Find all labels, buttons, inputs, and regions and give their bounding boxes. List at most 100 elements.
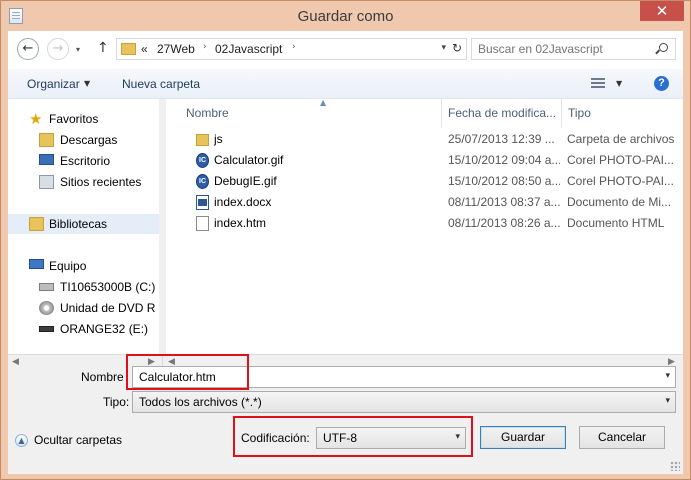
recent-places-icon	[39, 175, 54, 189]
chevron-down-icon[interactable]: ▾	[665, 371, 670, 381]
computer-icon	[29, 259, 44, 269]
nav-favorites[interactable]: ★ Favoritos	[8, 109, 159, 129]
chevron-down-icon[interactable]: ▾	[665, 396, 670, 406]
column-label: Tipo	[568, 106, 591, 120]
word-document-icon	[196, 195, 209, 210]
file-name: index.htm	[214, 216, 267, 230]
file-name: Calculator.gif	[214, 153, 284, 167]
collapse-up-icon: ▲	[15, 434, 28, 447]
new-folder-button[interactable]: Nueva carpeta	[122, 77, 200, 91]
forward-button[interactable]: →	[47, 38, 69, 60]
filetype-value: Todos los archivos (*.*)	[139, 395, 262, 409]
nav-downloads[interactable]: Descargas	[8, 130, 159, 150]
nav-dvd-drive[interactable]: Unidad de DVD R	[8, 298, 159, 318]
search-box[interactable]	[471, 38, 676, 60]
organize-dropdown-icon[interactable]: ▼	[84, 79, 90, 88]
pane-splitter[interactable]	[159, 99, 166, 354]
html-document-icon	[196, 216, 209, 231]
nav-computer[interactable]: Equipo	[8, 256, 159, 276]
organize-button[interactable]: Organizar	[27, 77, 80, 91]
breadcrumb-02javascript[interactable]: 02Javascript	[215, 42, 282, 56]
breadcrumb-separator-icon[interactable]: ›	[292, 42, 296, 52]
nav-libraries[interactable]: Bibliotecas	[8, 214, 159, 234]
back-button[interactable]: ←	[17, 38, 39, 60]
file-type: Corel PHOTO-PAI...	[567, 153, 674, 167]
file-date: 25/07/2013 12:39 ...	[448, 132, 555, 146]
file-date: 15/10/2012 08:50 a...	[448, 174, 560, 188]
file-row[interactable]: IC DebugIE.gif 15/10/2012 08:50 a... Cor…	[166, 171, 683, 192]
breadcrumb-separator-icon[interactable]: ›	[203, 42, 207, 52]
file-date: 08/11/2013 08:37 a...	[448, 195, 560, 209]
nav-recent-places[interactable]: Sitios recientes	[8, 172, 159, 192]
file-type: Corel PHOTO-PAI...	[567, 174, 674, 188]
usb-drive-icon	[39, 326, 54, 332]
file-name: DebugIE.gif	[214, 174, 277, 188]
column-header-type[interactable]: Tipo	[562, 99, 683, 127]
column-label: Nombre	[186, 106, 229, 120]
hide-folders-label: Ocultar carpetas	[34, 433, 123, 447]
encoding-highlight-box	[233, 416, 473, 457]
address-dropdown-icon[interactable]: ▾	[441, 43, 446, 53]
gif-image-icon: IC	[196, 153, 209, 168]
gif-image-icon: IC	[196, 174, 209, 189]
nav-drive-c[interactable]: TI10653000B (C:)	[8, 277, 159, 297]
dialog-client: ← → ▾ ↑ « 27Web › 02Javascript › ▾ ↻ Org…	[8, 31, 683, 474]
column-header-date[interactable]: Fecha de modifica...	[442, 99, 562, 127]
file-row[interactable]: index.docx 08/11/2013 08:37 a... Documen…	[166, 192, 683, 213]
nav-label: TI10653000B (C:)	[60, 280, 156, 294]
column-header-name[interactable]: Nombre ▲	[180, 99, 442, 127]
window-title: Guardar como	[297, 8, 394, 25]
close-button[interactable]: ✕	[640, 1, 684, 21]
filetype-select[interactable]: Todos los archivos (*.*) ▾	[132, 391, 676, 413]
resize-grip-icon[interactable]	[670, 461, 680, 471]
refresh-icon[interactable]: ↻	[452, 41, 462, 55]
help-icon[interactable]: ?	[654, 76, 669, 91]
save-as-dialog: Guardar como ✕ ← → ▾ ↑ « 27Web › 02Javas…	[0, 0, 691, 480]
title-bar[interactable]: Guardar como ✕	[1, 1, 690, 31]
star-icon: ★	[29, 110, 43, 128]
file-row[interactable]: js 25/07/2013 12:39 ... Carpeta de archi…	[166, 129, 683, 150]
file-row[interactable]: index.htm 08/11/2013 08:26 a... Document…	[166, 213, 683, 234]
cancel-button[interactable]: Cancelar	[579, 426, 665, 449]
file-date: 15/10/2012 09:04 a...	[448, 153, 560, 167]
filename-highlight-box	[126, 354, 249, 390]
breadcrumb-27web[interactable]: 27Web	[157, 42, 195, 56]
libraries-icon	[29, 217, 44, 231]
search-icon[interactable]	[659, 43, 668, 52]
file-row[interactable]: IC Calculator.gif 15/10/2012 09:04 a... …	[166, 150, 683, 171]
save-options-panel: Nombre Calculator.htm ▾ Tipo: Todos los …	[8, 354, 683, 474]
up-folder-button[interactable]: ↑	[97, 40, 109, 56]
nav-label: Descargas	[60, 133, 118, 147]
scroll-left-icon[interactable]: ◀	[12, 357, 19, 367]
address-bar[interactable]: « 27Web › 02Javascript › ▾ ↻	[116, 38, 467, 60]
nav-label: Equipo	[49, 259, 87, 273]
file-name: js	[214, 132, 223, 146]
hard-drive-icon	[39, 283, 54, 291]
recent-locations-icon[interactable]: ▾	[76, 45, 80, 54]
filetype-label: Tipo:	[103, 395, 130, 409]
file-name: index.docx	[214, 195, 272, 209]
column-label: Fecha de modifica...	[448, 106, 557, 120]
dvd-drive-icon	[39, 301, 54, 315]
nav-label: Bibliotecas	[49, 217, 108, 231]
view-dropdown-icon[interactable]: ▼	[616, 79, 622, 88]
nav-label: Favoritos	[49, 112, 99, 126]
nav-label: Escritorio	[60, 154, 111, 168]
desktop-icon	[39, 154, 54, 165]
folder-icon	[121, 43, 136, 55]
navigation-pane: ★ Favoritos Descargas Escritorio Sitios …	[8, 99, 159, 354]
nav-label: ORANGE32 (E:)	[60, 322, 149, 336]
view-options-icon[interactable]	[591, 78, 605, 90]
file-type: Carpeta de archivos	[567, 132, 675, 146]
command-toolbar: Organizar ▼ Nueva carpeta ▼ ?	[8, 69, 683, 99]
breadcrumb-overflow[interactable]: «	[141, 42, 148, 56]
nav-usb-drive[interactable]: ORANGE32 (E:)	[8, 319, 159, 339]
nav-desktop[interactable]: Escritorio	[8, 151, 159, 171]
filename-label: Nombre	[81, 370, 124, 384]
folder-icon	[196, 134, 209, 146]
save-button[interactable]: Guardar	[480, 426, 566, 449]
nav-label: Sitios recientes	[60, 175, 142, 189]
search-input[interactable]	[472, 39, 652, 59]
file-date: 08/11/2013 08:26 a...	[448, 216, 560, 230]
file-type: Documento de Mi...	[567, 195, 672, 209]
